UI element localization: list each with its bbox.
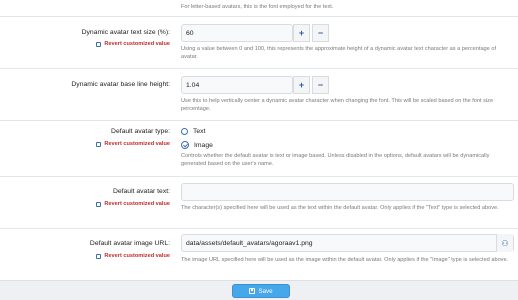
divider [0,120,518,121]
label-avatar-text: Default avatar text: [112,188,170,195]
line-height-hint: Use this to help vertically center a dyn… [181,98,494,112]
checkbox-icon[interactable] [96,201,102,207]
revert-avatar-type[interactable]: Revert customized value [96,141,170,147]
revert-avatar-text[interactable]: Revert customized value [96,201,170,207]
avatar-text-hint: The character(s) specified here will be … [181,205,499,211]
revert-avatar-image[interactable]: Revert customized value [96,253,170,259]
radio-icon[interactable] [181,128,188,135]
checkbox-icon[interactable] [96,253,102,259]
text-size-hint: Using a value between 0 and 100, this re… [181,46,496,60]
form-footer: Save [0,280,518,300]
increment-button[interactable]: + [293,76,310,94]
revert-text-size[interactable]: Revert customized value [96,41,170,47]
avatar-type-hint: Controls whether the default avatar is t… [181,153,490,167]
decrement-button[interactable]: − [312,76,329,94]
divider [0,228,518,229]
edit-image-icon[interactable]: ⚇ [496,234,513,252]
label-line-height: Dynamic avatar base line height: [71,81,170,88]
avatar-image-url-input[interactable]: data/assets/default_avatars/agoraav1.png [181,234,514,252]
increment-button[interactable]: + [293,24,310,42]
text-size-input[interactable]: 60 [181,24,293,42]
avatar-text-input[interactable] [181,183,514,201]
radio-text[interactable]: Text [181,128,205,135]
divider [0,68,518,69]
label-text-size: Dynamic avatar text size (%): [81,29,170,36]
checkbox-icon[interactable] [96,141,102,147]
options-panel: For letter-based avatars, this is the fo… [0,0,518,300]
decrement-button[interactable]: − [312,24,329,42]
label-avatar-image-url: Default avatar image URL: [89,240,170,247]
divider [0,16,518,17]
radio-image[interactable]: Image [181,141,213,149]
radio-checked-icon[interactable] [181,141,189,149]
avatar-image-hint: The image URL specified here will be use… [181,257,509,263]
divider [0,176,518,177]
save-button[interactable]: Save [232,284,290,298]
save-icon [249,288,256,294]
checkbox-icon[interactable] [96,41,102,47]
label-avatar-type: Default avatar type: [111,128,170,135]
line-height-input[interactable]: 1.04 [181,76,293,94]
font-hint: For letter-based avatars, this is the fo… [181,4,334,10]
